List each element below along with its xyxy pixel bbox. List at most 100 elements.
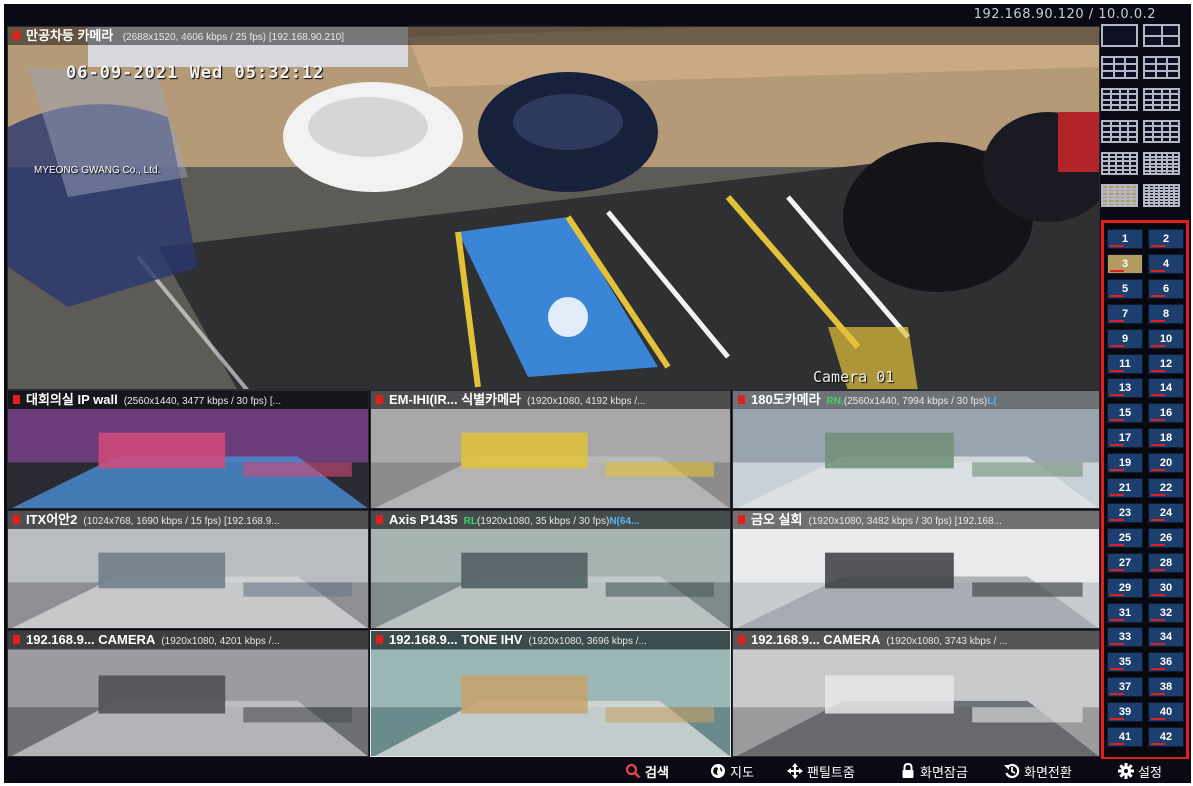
record-indicator [376,395,383,404]
map-label: 지도 [730,764,754,780]
camera-button-4[interactable]: 4 [1148,253,1184,274]
camera-button-17[interactable]: 17 [1107,428,1143,449]
layout-button-3x3[interactable] [1143,56,1180,79]
camera-button-26[interactable]: 26 [1148,527,1184,548]
camera-tile[interactable]: 180도카메라 RN,(2560x1440, 7994 kbps / 30 fps… [732,390,1100,509]
camera-info: (1920x1080, 3743 kbps / ... [886,636,1008,647]
record-indicator [13,515,20,524]
layout-button-1plus5[interactable] [1101,56,1138,79]
camera-info: (1920x1080, 35 kbps / 30 fps) [477,516,610,527]
settings-button[interactable]: 설정 [1118,762,1162,780]
camera-caption: EM-IHI(IR... 식별카메라 (1920x1080, 4192 kbps … [371,391,730,409]
main-camera-view[interactable]: 만공차등 카메라 (2688x1520, 4606 kbps / 25 fps)… [7,26,1100,390]
camera-info: (1920x1080, 3696 kbps /... [528,636,647,647]
top-bar: 192.168.90.120 / 10.0.0.2 [4,4,1191,24]
record-indicator [738,395,745,404]
camera-tile[interactable]: EM-IHI(IR... 식별카메라 (1920x1080, 4192 kbps … [370,390,731,509]
camera-button-1[interactable]: 1 [1107,229,1143,249]
camera-tile[interactable]: ITX어안2 (1024x768, 1690 kbps / 15 fps) [19… [7,510,369,629]
camera-button-33[interactable]: 33 [1107,627,1143,648]
camera-info: (1920x1080, 4201 kbps /... [161,636,280,647]
layout-button-1plus9[interactable] [1143,88,1180,111]
camera-button-35[interactable]: 35 [1107,652,1143,673]
camera-button-28[interactable]: 28 [1148,552,1184,573]
stream-tag-secondary: L( [987,396,997,407]
camera-button-5[interactable]: 5 [1107,278,1143,299]
camera-button-31[interactable]: 31 [1107,602,1143,623]
camera-button-6[interactable]: 6 [1148,278,1184,299]
camera-button-24[interactable]: 24 [1148,502,1184,523]
camera-name: 대회의실 IP wall [26,392,118,407]
camera-button-36[interactable]: 36 [1148,652,1184,673]
record-indicator [13,635,20,644]
camera-button-18[interactable]: 18 [1148,428,1184,449]
camera-button-2[interactable]: 2 [1148,229,1184,249]
camera-button-9[interactable]: 9 [1107,328,1143,349]
camera-button-19[interactable]: 19 [1107,453,1143,474]
camera-button-13[interactable]: 13 [1107,378,1143,399]
layout-button-4x4[interactable] [1143,120,1180,143]
camera-button-38[interactable]: 38 [1148,677,1184,698]
ptz-button[interactable]: 팬틸트줌 [787,762,855,780]
layout-button-1plus33[interactable] [1101,184,1138,207]
camera-feed [8,631,368,756]
layout-button-5x5[interactable] [1101,152,1138,175]
camera-info: (1920x1080, 3482 kbps / 30 fps) [192.168… [808,516,1002,527]
camera-tile[interactable]: 192.168.9... CAMERA (1920x1080, 4201 kbps… [7,630,369,757]
camera-button-27[interactable]: 27 [1107,552,1143,573]
camera-button-32[interactable]: 32 [1148,602,1184,623]
stream-tag-secondary: N(64... [609,516,640,527]
camera-button-25[interactable]: 25 [1107,527,1143,548]
camera-button-15[interactable]: 15 [1107,403,1143,424]
camera-button-11[interactable]: 11 [1107,353,1143,374]
camera-button-23[interactable]: 23 [1107,502,1143,523]
camera-tile[interactable]: 금오 실회 (1920x1080, 3482 kbps / 30 fps) [19… [732,510,1100,629]
camera-button-42[interactable]: 42 [1148,727,1184,747]
stream-tag: RL [463,516,478,527]
camera-button-39[interactable]: 39 [1107,702,1143,723]
camera-button-29[interactable]: 29 [1107,577,1143,598]
camera-button-20[interactable]: 20 [1148,453,1184,474]
camera-button-3[interactable]: 3 [1107,253,1143,274]
record-indicator [738,635,745,644]
search-button[interactable]: 검색 [625,762,669,780]
camera-info: (2560x1440, 3477 kbps / 30 fps) [... [123,396,282,407]
bottom-toolbar: 검색 지도 팬틸트줌 화면잠금 화면전환 설정 [4,759,1191,783]
camera-button-14[interactable]: 14 [1148,378,1184,399]
camera-tile[interactable]: Axis P1435 RL(1920x1080, 35 kbps / 30 fps… [370,510,731,629]
camera-button-40[interactable]: 40 [1148,702,1184,723]
camera-button-16[interactable]: 16 [1148,403,1184,424]
ptz-label: 팬틸트줌 [807,764,855,780]
camera-button-37[interactable]: 37 [1107,677,1143,698]
screen-lock-label: 화면잠금 [920,764,968,780]
camera-button-7[interactable]: 7 [1107,303,1143,324]
camera-info: (1024x768, 1690 kbps / 15 fps) [192.168.… [83,516,280,527]
layout-button-1plus7[interactable] [1101,88,1138,111]
camera-caption: 금오 실회 (1920x1080, 3482 kbps / 30 fps) [19… [733,511,1099,529]
layout-button-7x7[interactable] [1143,184,1180,207]
move-arrows-icon [787,763,803,779]
camera-tile[interactable]: 192.168.9... CAMERA (1920x1080, 3743 kbps… [732,630,1100,757]
camera-button-34[interactable]: 34 [1148,627,1184,648]
osd-watermark: MYEONG GWANG Co., Ltd. [34,165,161,176]
camera-button-10[interactable]: 10 [1148,328,1184,349]
camera-button-41[interactable]: 41 [1107,727,1143,747]
nvr-screen: 192.168.90.120 / 10.0.0.2 만공차등 카메라 (2688… [4,4,1191,783]
screen-lock-button[interactable]: 화면잠금 [900,762,968,780]
camera-button-21[interactable]: 21 [1107,478,1143,498]
camera-button-8[interactable]: 8 [1148,303,1184,324]
camera-feed [733,631,1099,756]
camera-tile[interactable]: 192.168.9... TONE IHV (1920x1080, 3696 kb… [370,630,731,757]
map-button[interactable]: 지도 [710,762,754,780]
record-indicator [13,395,20,404]
layout-button-1plus12[interactable] [1101,120,1138,143]
screen-switch-button[interactable]: 화면전환 [1004,762,1072,780]
layout-button-2x2[interactable] [1143,24,1180,47]
camera-button-30[interactable]: 30 [1148,577,1184,598]
layout-button-1x1[interactable] [1101,24,1138,47]
record-indicator [13,31,20,40]
camera-tile[interactable]: 대회의실 IP wall (2560x1440, 3477 kbps / 30 f… [7,390,369,509]
camera-button-22[interactable]: 22 [1148,478,1184,498]
camera-button-12[interactable]: 12 [1148,353,1184,374]
layout-button-6x6[interactable] [1143,152,1180,175]
